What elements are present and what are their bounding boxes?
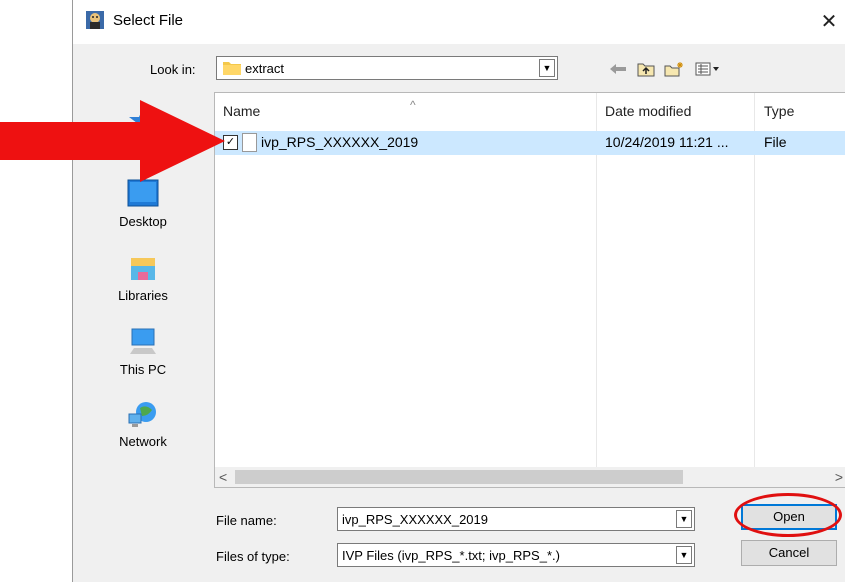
view-menu-button[interactable] [693,58,723,80]
quick-access-icon [126,104,160,136]
open-button[interactable]: Open [741,504,837,530]
title-bar: Select File ✕ [73,0,845,44]
row-checkbox[interactable]: ✓ [223,135,238,150]
date-modified-cell: 10/24/2019 11:21 ... [605,134,729,150]
network-icon [126,398,160,430]
look-in-value: extract [245,61,285,76]
app-icon [86,11,104,29]
folder-icon [223,62,241,75]
close-icon: ✕ [820,11,838,33]
file-type-label: Files of type: [216,549,290,564]
file-row[interactable]: ✓ ivp_RPS_XXXXXX_2019 10/24/2019 11:21 .… [215,131,845,155]
place-libraries[interactable]: Libraries [93,252,193,303]
file-name-input[interactable]: ivp_RPS_XXXXXX_2019 ▼ [337,507,695,531]
file-name-cell: ivp_RPS_XXXXXX_2019 [261,134,419,150]
up-folder-button[interactable] [635,58,657,80]
chevron-down-icon[interactable]: ▼ [676,546,692,564]
file-type-select[interactable]: IVP Files (ivp_RPS_*.txt; ivp_RPS_*.) ▼ [337,543,695,567]
file-type-value: IVP Files (ivp_RPS_*.txt; ivp_RPS_*.) [342,548,560,563]
column-header-name[interactable]: Name ^ [223,93,593,127]
chevron-down-icon[interactable]: ▼ [539,59,555,77]
column-header-type[interactable]: Type [764,93,794,127]
new-folder-icon [664,62,683,77]
file-name-value: ivp_RPS_XXXXXX_2019 [342,512,488,527]
scrollbar-thumb[interactable] [235,470,683,484]
place-network[interactable]: Network [93,398,193,449]
scroll-right-icon[interactable]: > [835,467,843,487]
file-name-label: File name: [216,513,277,528]
place-label: Libraries [118,288,168,303]
column-header-date-modified[interactable]: Date modified [605,93,691,127]
place-this-pc[interactable]: This PC [93,326,193,377]
libraries-icon [126,252,160,284]
this-pc-icon [126,326,160,358]
horizontal-scrollbar[interactable]: < > [215,467,845,487]
back-button[interactable] [607,58,629,80]
place-label: Desktop [119,214,167,229]
view-menu-icon [695,62,719,76]
up-folder-icon [637,63,655,77]
place-label: Network [119,434,167,449]
column-label: Name [223,103,261,119]
sort-ascending-icon: ^ [410,98,416,112]
place-quick-access[interactable]: Quick access [93,104,193,155]
new-folder-button[interactable] [663,58,685,80]
look-in-label: Look in: [150,62,196,77]
place-desktop[interactable]: Desktop [93,178,193,229]
cancel-button[interactable]: Cancel [741,540,837,566]
type-cell: File [764,134,787,150]
dialog-title: Select File [113,12,184,29]
place-label: Quick access [104,140,182,155]
file-list[interactable]: Name ^ Date modified Type ✓ ivp_RPS_XXXX… [214,92,845,488]
column-label: Date modified [605,103,692,119]
select-file-dialog: Select File ✕ Look in: extract ▼ Quick a… [72,0,845,582]
column-label: Type [764,103,795,119]
back-arrow-icon [610,64,626,74]
place-label: This PC [119,362,167,377]
chevron-down-icon[interactable]: ▼ [676,510,692,528]
close-button[interactable]: ✕ [812,8,845,36]
desktop-icon [126,178,160,210]
file-icon [242,133,257,152]
places-bar: Quick access Desktop Libraries This PC N… [73,92,213,512]
look-in-dropdown[interactable]: extract ▼ [216,56,558,80]
scroll-left-icon[interactable]: < [219,467,227,487]
